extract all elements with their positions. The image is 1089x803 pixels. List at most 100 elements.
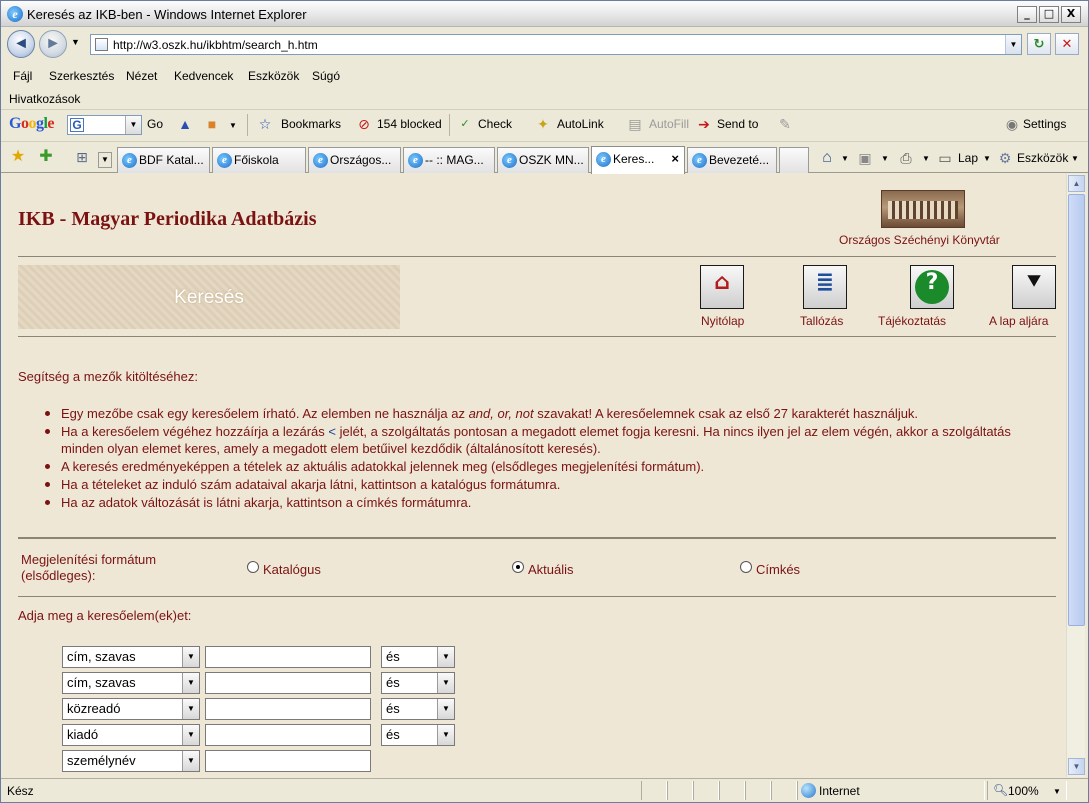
star-outline-icon[interactable]: ☆ (256, 115, 274, 133)
info-button[interactable]: ? (910, 265, 954, 309)
format-radio-aktualis[interactable] (512, 561, 524, 573)
add-favorite-icon[interactable]: ✚ (37, 148, 55, 166)
blocked-count[interactable]: 154 blocked (377, 117, 442, 131)
format-label-katalogus[interactable]: Katalógus (263, 562, 321, 577)
tools-gear-icon[interactable]: ⚙ (996, 149, 1014, 167)
search-term-input-4[interactable] (205, 724, 371, 746)
home-page-link[interactable]: Nyitólap (701, 314, 744, 328)
home-icon[interactable]: ⌂ (818, 149, 836, 167)
format-label-aktualis[interactable]: Aktuális (528, 562, 574, 577)
tab-foiskola[interactable]: e Főiskola (212, 147, 306, 173)
field-select-3[interactable]: közreadó ▼ (62, 698, 200, 720)
zoom-icon[interactable]: 🔍︎ (993, 783, 1008, 797)
links-label[interactable]: Hivatkozások (9, 92, 80, 106)
tab-mag[interactable]: e -- :: MAG... (403, 147, 495, 173)
format-radio-cimkes[interactable] (740, 561, 752, 573)
stop-button[interactable]: ✕ (1055, 33, 1079, 55)
operator-select-1[interactable]: és ▼ (381, 646, 455, 668)
send-to-button[interactable]: Send to (717, 117, 758, 131)
scroll-thumb[interactable] (1068, 194, 1085, 626)
menu-favorites[interactable]: Kedvencek (174, 69, 233, 83)
tools-menu-dropdown-icon[interactable]: ▼ (1071, 154, 1079, 163)
maximize-button[interactable]: □ (1039, 6, 1059, 23)
history-dropdown-icon[interactable]: ▼ (71, 37, 80, 47)
forward-button[interactable]: ► (39, 30, 67, 58)
google-go-button[interactable]: Go (147, 117, 163, 131)
tab-label: Országos... (330, 153, 392, 167)
autolink-wand-icon[interactable]: ✦ (534, 115, 552, 133)
spell-check-icon[interactable]: ✓ (456, 115, 474, 133)
menu-tools[interactable]: Eszközök (248, 69, 299, 83)
feeds-icon[interactable]: ▣ (856, 149, 874, 167)
zoom-dropdown-icon[interactable]: ▼ (1053, 787, 1061, 796)
address-field[interactable]: http://w3.oszk.hu/ikbhtm/search_h.htm ▼ (90, 34, 1022, 55)
search-term-input-3[interactable] (205, 698, 371, 720)
search-term-input-5[interactable] (205, 750, 371, 772)
back-button[interactable]: ◄ (7, 30, 35, 58)
menu-help[interactable]: Súgó (312, 69, 340, 83)
info-link[interactable]: Tájékoztatás (878, 314, 946, 328)
quick-tabs-icon[interactable]: ⊞ (73, 148, 91, 166)
autolink-button[interactable]: AutoLink (557, 117, 604, 131)
google-logo[interactable]: Google (9, 115, 54, 133)
menu-edit[interactable]: Szerkesztés (49, 69, 114, 83)
tools-menu-button[interactable]: Eszközök (1017, 151, 1068, 165)
operator-select-4[interactable]: és ▼ (381, 724, 455, 746)
settings-button[interactable]: Settings (1023, 117, 1066, 131)
autofill-button[interactable]: AutoFill (649, 117, 689, 131)
page-bottom-link[interactable]: A lap aljára (989, 314, 1048, 328)
field-select-1[interactable]: cím, szavas ▼ (62, 646, 200, 668)
highlighter-icon[interactable]: ✎ (776, 115, 794, 133)
menu-file[interactable]: Fájl (13, 69, 32, 83)
graduation-cap-icon[interactable]: ▲ (176, 115, 194, 133)
vertical-scrollbar[interactable]: ▲ ▼ (1066, 174, 1085, 777)
field-select-5[interactable]: személynév ▼ (62, 750, 200, 772)
operator-select-3[interactable]: és ▼ (381, 698, 455, 720)
new-tab-button[interactable] (779, 147, 809, 173)
apps-dropdown-icon[interactable]: ▼ (229, 121, 237, 130)
search-term-input-1[interactable] (205, 646, 371, 668)
google-search-dropdown-icon[interactable]: ▼ (125, 116, 141, 134)
field-select-2[interactable]: cím, szavas ▼ (62, 672, 200, 694)
tab-list-dropdown-icon[interactable]: ▼ (98, 152, 112, 168)
menu-view[interactable]: Nézet (126, 69, 157, 83)
search-term-input-2[interactable] (205, 672, 371, 694)
operator-select-2[interactable]: és ▼ (381, 672, 455, 694)
library-building-image[interactable] (881, 190, 965, 228)
field-select-4[interactable]: kiadó ▼ (62, 724, 200, 746)
bookmarks-button[interactable]: Bookmarks (281, 117, 341, 131)
format-radio-katalogus[interactable] (247, 561, 259, 573)
print-dropdown-icon[interactable]: ▼ (922, 154, 930, 163)
home-dropdown-icon[interactable]: ▼ (841, 154, 849, 163)
scroll-up-arrow-icon[interactable]: ▲ (1068, 175, 1085, 192)
tab-close-icon[interactable]: × (671, 147, 679, 171)
favorites-star-icon[interactable]: ★ (9, 148, 27, 166)
minimize-button[interactable]: _ (1017, 6, 1037, 23)
print-icon[interactable]: ⎙ (897, 149, 915, 167)
google-apps-icon[interactable]: ■ (203, 115, 221, 133)
address-dropdown-icon[interactable]: ▼ (1005, 35, 1021, 54)
library-name-link[interactable]: Országos Széchényi Könyvtár (839, 233, 1000, 247)
feeds-dropdown-icon[interactable]: ▼ (881, 154, 889, 163)
tab-bdf[interactable]: e BDF Katal... (117, 147, 210, 173)
refresh-button[interactable]: ↻ (1027, 33, 1051, 55)
tab-bevezetes[interactable]: e Bevezeté... (687, 147, 777, 173)
browse-link[interactable]: Tallózás (800, 314, 843, 328)
google-search-input[interactable]: G ▼ (67, 115, 142, 135)
format-label-cimkes[interactable]: Címkés (756, 562, 800, 577)
tab-oszk-mn[interactable]: e OSZK MN... (497, 147, 589, 173)
page-menu-dropdown-icon[interactable]: ▼ (983, 154, 991, 163)
scroll-down-arrow-icon[interactable]: ▼ (1068, 758, 1085, 775)
page-menu-button[interactable]: Lap (958, 151, 978, 165)
tab-kereses[interactable]: e Keres... × (591, 146, 685, 174)
tab-orszagos[interactable]: e Országos... (308, 147, 401, 173)
home-page-button[interactable]: ⌂ (700, 265, 744, 309)
close-window-button[interactable]: X (1061, 6, 1081, 23)
check-button[interactable]: Check (478, 117, 512, 131)
send-to-icon[interactable]: ➔ (695, 115, 713, 133)
page-bottom-button[interactable]: ⯆ (1012, 265, 1056, 309)
zoom-level[interactable]: 100% (1008, 784, 1039, 798)
settings-gear-icon[interactable]: ◉ (1003, 115, 1021, 133)
popup-blocker-icon[interactable]: ⊘ (355, 115, 373, 133)
browse-button[interactable]: ≣ (803, 265, 847, 309)
